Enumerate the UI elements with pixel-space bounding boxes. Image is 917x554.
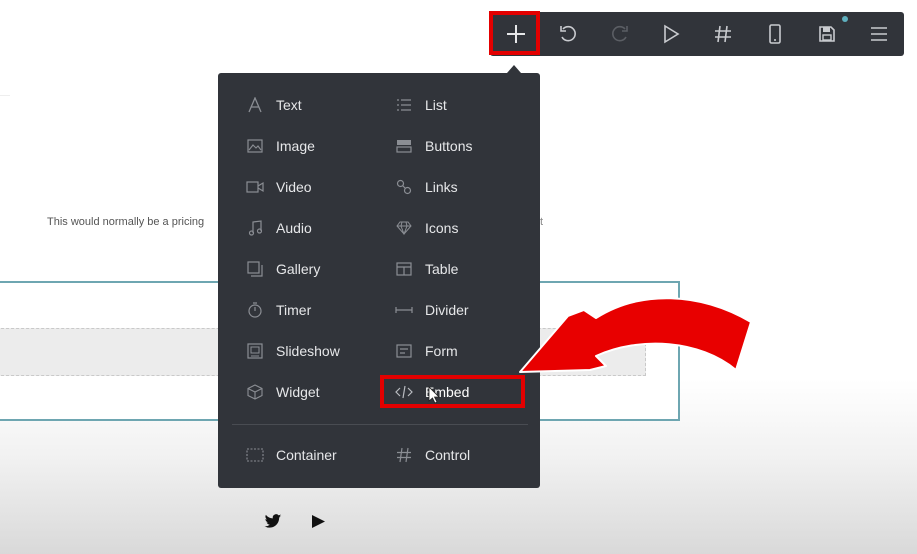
text-icon bbox=[248, 97, 262, 113]
mobile-view-button[interactable] bbox=[749, 12, 801, 56]
menu-item-container[interactable]: Container bbox=[246, 442, 337, 468]
menu-item-list[interactable]: List bbox=[395, 92, 447, 118]
divider bbox=[0, 95, 10, 96]
menu-item-label: Divider bbox=[425, 302, 469, 318]
slideshow-icon bbox=[247, 343, 263, 359]
save-icon bbox=[819, 26, 835, 42]
menu-caret bbox=[507, 65, 521, 73]
table-icon bbox=[396, 262, 412, 276]
form-icon bbox=[396, 344, 412, 358]
menu-item-buttons[interactable]: Buttons bbox=[395, 133, 472, 159]
menu-item-control[interactable]: Control bbox=[395, 442, 470, 468]
container-icon bbox=[246, 448, 264, 462]
menu-item-label: Container bbox=[276, 447, 337, 463]
add-button[interactable] bbox=[490, 12, 542, 56]
menu-item-label: Audio bbox=[276, 220, 312, 236]
menu-item-label: Buttons bbox=[425, 138, 473, 154]
buttons-icon bbox=[396, 140, 412, 153]
hamburger-icon bbox=[871, 27, 887, 41]
menu-item-label: Video bbox=[276, 179, 312, 195]
menu-item-gallery[interactable]: Gallery bbox=[246, 256, 320, 282]
menu-item-icons[interactable]: Icons bbox=[395, 215, 458, 241]
image-icon bbox=[247, 139, 263, 153]
code-icon bbox=[395, 385, 413, 399]
menu-item-label: Timer bbox=[276, 302, 312, 318]
menu-divider bbox=[232, 424, 528, 425]
link-icon bbox=[396, 179, 412, 195]
menu-item-embed[interactable]: Embed bbox=[395, 379, 469, 405]
menu-button[interactable] bbox=[853, 12, 905, 56]
undo-button[interactable] bbox=[542, 12, 594, 56]
menu-item-timer[interactable]: Timer bbox=[246, 297, 311, 323]
menu-item-label: Gallery bbox=[276, 261, 321, 277]
page-body-text: This would normally be a pricing bbox=[47, 216, 205, 228]
hash-icon bbox=[715, 25, 731, 43]
menu-item-slideshow[interactable]: Slideshow bbox=[246, 338, 340, 364]
menu-item-links[interactable]: Links bbox=[395, 174, 458, 200]
twitter-icon[interactable] bbox=[264, 514, 282, 534]
menu-item-label: Control bbox=[425, 447, 471, 463]
play-icon bbox=[664, 24, 680, 44]
music-note-icon bbox=[248, 220, 262, 236]
phone-icon bbox=[769, 24, 781, 44]
cube-icon bbox=[247, 384, 263, 400]
menu-item-label: Icons bbox=[425, 220, 459, 236]
menu-item-label: Form bbox=[425, 343, 458, 359]
menu-item-audio[interactable]: Audio bbox=[246, 215, 312, 241]
menu-item-label: Image bbox=[276, 138, 315, 154]
unsaved-indicator bbox=[842, 16, 848, 22]
redo-icon bbox=[612, 25, 628, 42]
list-icon bbox=[397, 99, 411, 111]
menu-item-label: Table bbox=[425, 261, 459, 277]
menu-item-label: Embed bbox=[425, 384, 470, 400]
menu-item-image[interactable]: Image bbox=[246, 133, 315, 159]
menu-item-table[interactable]: Table bbox=[395, 256, 458, 282]
menu-item-divider[interactable]: Divider bbox=[395, 297, 469, 323]
stopwatch-icon bbox=[248, 302, 262, 318]
play-icon[interactable] bbox=[311, 514, 326, 534]
menu-item-video[interactable]: Video bbox=[246, 174, 312, 200]
plus-icon bbox=[507, 25, 525, 43]
preview-button[interactable] bbox=[645, 12, 697, 56]
hash-icon bbox=[397, 447, 411, 463]
redo-button[interactable] bbox=[594, 12, 646, 56]
video-icon bbox=[246, 181, 264, 193]
menu-item-widget[interactable]: Widget bbox=[246, 379, 320, 405]
menu-item-label: List bbox=[425, 97, 447, 113]
menu-item-label: Links bbox=[425, 179, 458, 195]
undo-icon bbox=[560, 25, 576, 42]
menu-item-label: Widget bbox=[276, 384, 320, 400]
menu-item-text[interactable]: Text bbox=[246, 92, 302, 118]
menu-item-form[interactable]: Form bbox=[395, 338, 458, 364]
menu-item-label: Slideshow bbox=[276, 343, 340, 359]
gallery-icon bbox=[247, 261, 263, 277]
menu-item-label: Text bbox=[276, 97, 302, 113]
grid-button[interactable] bbox=[697, 12, 749, 56]
page-body-text-tail: t bbox=[540, 216, 544, 228]
diamond-icon bbox=[396, 221, 412, 235]
divider-icon bbox=[395, 307, 413, 313]
